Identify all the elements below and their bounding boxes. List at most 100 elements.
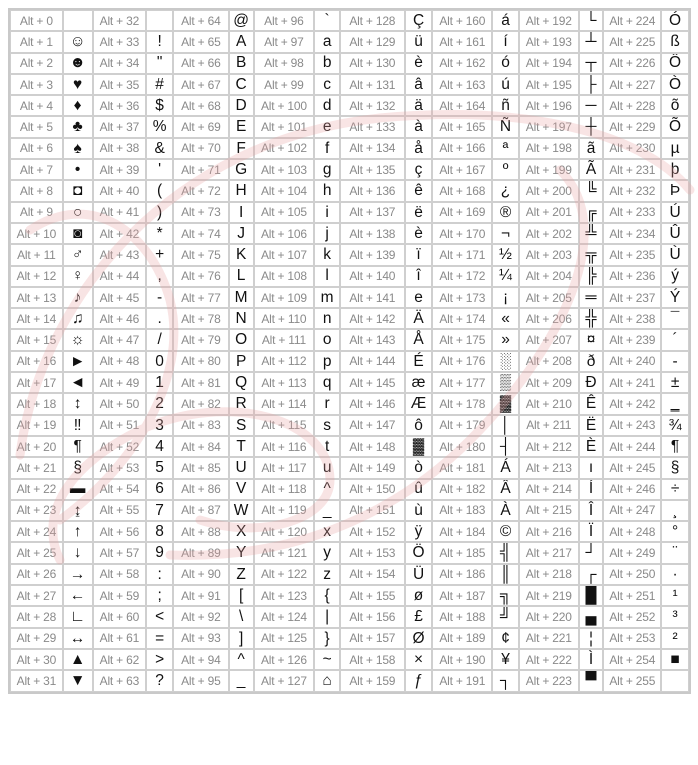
alt-code-symbol: í [492, 31, 519, 53]
alt-code-symbol: • [62, 159, 93, 181]
alt-code-symbol: Å [404, 329, 433, 351]
alt-code-label: Alt + 141 [340, 286, 405, 309]
alt-code-label: Alt + 98 [253, 52, 315, 74]
alt-code-symbol: ¥ [492, 648, 519, 671]
alt-code-symbol: ) [146, 201, 173, 223]
alt-code-symbol: ◘ [62, 180, 93, 202]
alt-code-symbol: z [314, 563, 341, 586]
alt-code-label: Alt + 172 [432, 265, 493, 287]
alt-code-label: Alt + 61 [92, 627, 147, 649]
alt-code-label: Alt + 65 [173, 31, 229, 53]
alt-code-label: Alt + 109 [253, 286, 315, 309]
alt-code-label: Alt + 97 [253, 31, 315, 53]
alt-code-label: Alt + 6 [10, 137, 63, 160]
alt-code-symbol: ╣ [492, 542, 519, 564]
alt-code-label: Alt + 35 [92, 73, 147, 96]
alt-code-symbol [661, 670, 689, 692]
alt-code-label: Alt + 50 [92, 393, 147, 415]
table-row: Alt + 31 ▼ Alt + 63? Alt + 95 _ Alt + 127 ⌂ Alt… [10, 670, 689, 692]
alt-code-label: Alt + 25 [10, 542, 63, 564]
alt-code-label: Alt + 157 [340, 627, 405, 649]
alt-code-symbol: ë [404, 201, 433, 223]
alt-code-label: Alt + 248 [603, 521, 662, 543]
alt-code-label: Alt + 101 [253, 116, 315, 138]
alt-code-label: Alt + 203 [518, 244, 579, 266]
alt-code-label: Alt + 120 [253, 521, 315, 543]
alt-code-symbol: ´ [661, 329, 689, 351]
alt-code-symbol: n [314, 308, 341, 330]
table-row: Alt + 2 ☻ Alt + 34 " Alt + 66 B Alt + 98 b Alt +… [10, 52, 689, 74]
alt-code-label: Alt + 181 [432, 457, 493, 479]
alt-code-symbol: ó [492, 52, 519, 74]
alt-code-symbol: 8 [146, 521, 173, 543]
alt-code-label: Alt + 156 [340, 606, 405, 628]
alt-code-symbol: T [228, 435, 254, 458]
alt-code-label: Alt + 104 [253, 180, 315, 202]
alt-code-label: Alt + 118 [253, 478, 315, 500]
alt-code-label: Alt + 60 [92, 606, 147, 628]
alt-code-symbol: á [492, 10, 519, 32]
alt-code-label: Alt + 162 [432, 52, 493, 74]
alt-code-symbol: è [404, 222, 433, 245]
alt-code-label: Alt + 134 [340, 137, 405, 160]
alt-code-label: Alt + 190 [432, 648, 493, 671]
alt-code-label: Alt + 183 [432, 499, 493, 522]
alt-code-symbol: r [314, 393, 341, 415]
table-row: Alt + 11 ♂ Alt + 43 + Alt + 75 K Alt + 107 k Alt… [10, 244, 689, 266]
alt-code-symbol: ú [492, 73, 519, 96]
alt-code-label: Alt + 206 [518, 308, 579, 330]
alt-code-symbol: ¾ [661, 414, 689, 436]
alt-code-symbol: ® [492, 201, 519, 223]
alt-code-symbol: Ø [404, 627, 433, 649]
alt-code-label: Alt + 211 [518, 414, 579, 436]
alt-code-symbol: \ [228, 606, 254, 628]
alt-code-symbol: ç [404, 159, 433, 181]
alt-code-symbol: ^ [314, 478, 341, 500]
alt-code-symbol: y [314, 542, 341, 564]
alt-code-symbol: ╦ [578, 244, 604, 266]
alt-code-label: Alt + 160 [432, 10, 493, 32]
table-row: Alt + 5 ♣ Alt + 37% Alt + 69 E Alt + 101 e Alt … [10, 116, 689, 138]
alt-code-rows: Alt + 0 Alt + 32 Alt + 64 @ Alt + 96 ` Alt + 1… [10, 10, 689, 692]
alt-code-label: Alt + 53 [92, 457, 147, 479]
alt-code-label: Alt + 40 [92, 180, 147, 202]
alt-code-symbol: ♣ [62, 116, 93, 138]
alt-code-symbol: s [314, 414, 341, 436]
alt-code-symbol: È [578, 435, 604, 458]
alt-code-symbol: Á [492, 457, 519, 479]
alt-code-symbol: ¶ [62, 435, 93, 458]
alt-code-symbol: ¤ [578, 329, 604, 351]
alt-code-symbol: C [228, 73, 254, 96]
table-row: Alt + 13 ♪ Alt + 45- Alt + 77 M Alt + 109 m Alt… [10, 286, 689, 309]
alt-code-label: Alt + 55 [92, 499, 147, 522]
alt-code-symbol: ‗ [661, 393, 689, 415]
alt-code-label: Alt + 88 [173, 521, 229, 543]
alt-code-label: Alt + 150 [340, 478, 405, 500]
alt-code-label: Alt + 77 [173, 286, 229, 309]
alt-code-symbol: Ü [404, 563, 433, 586]
alt-code-label: Alt + 158 [340, 648, 405, 671]
alt-code-label: Alt + 208 [518, 350, 579, 373]
alt-code-label: Alt + 148 [340, 435, 405, 458]
alt-code-symbol: O [228, 329, 254, 351]
alt-code-symbol: ☺ [62, 31, 93, 53]
alt-code-label: Alt + 2 [10, 52, 63, 74]
alt-code-label: Alt + 177 [432, 372, 493, 394]
alt-code-symbol: ╩ [578, 222, 604, 245]
alt-code-label: Alt + 30 [10, 648, 63, 671]
alt-code-label: Alt + 245 [603, 457, 662, 479]
alt-code-label: Alt + 7 [10, 159, 63, 181]
alt-code-label: Alt + 22 [10, 478, 63, 500]
alt-code-symbol: _ [228, 670, 254, 692]
alt-code-symbol: J [228, 222, 254, 245]
alt-code-label: Alt + 140 [340, 265, 405, 287]
table-row: Alt + 21 § Alt + 53 5 Alt + 85 U Alt + 117 u Alt… [10, 457, 689, 479]
alt-code-symbol: ÷ [661, 478, 689, 500]
alt-code-label: Alt + 143 [340, 329, 405, 351]
alt-code-symbol: ° [661, 521, 689, 543]
alt-code-symbol: ► [62, 350, 93, 373]
alt-code-symbol: → [62, 563, 93, 586]
alt-code-symbol: 3 [146, 414, 173, 436]
alt-code-symbol: m [314, 286, 341, 309]
alt-code-symbol: q [314, 372, 341, 394]
